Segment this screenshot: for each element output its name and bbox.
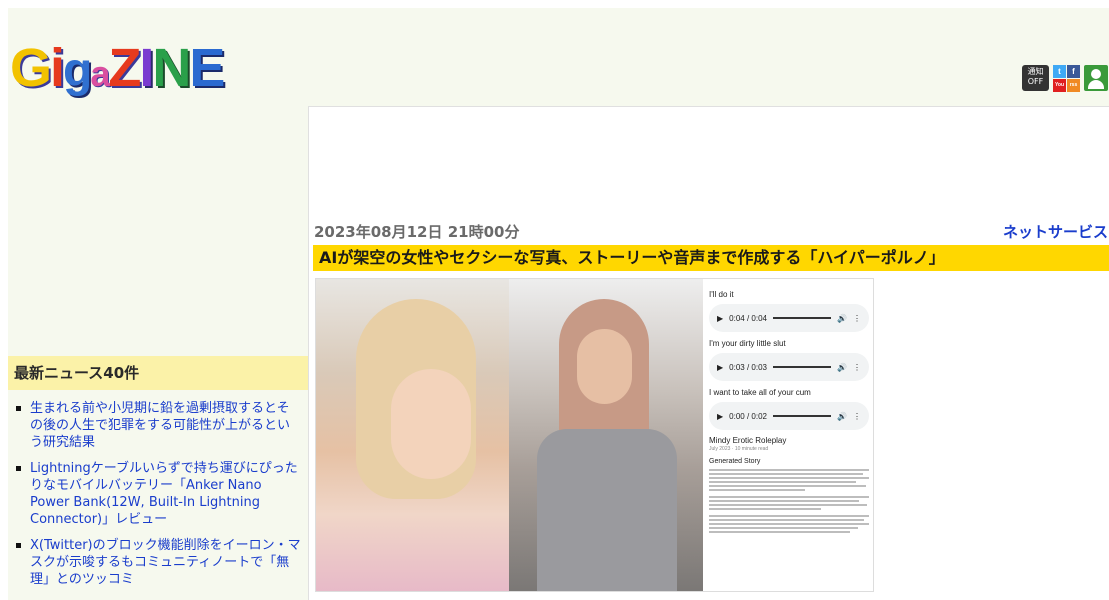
audio-track: [772, 415, 832, 417]
header-icon-bar: 通知 OFF t f You rss: [1022, 65, 1108, 92]
news-link[interactable]: X(Twitter)のブロック機能削除をイーロン・マスクが示唆するもコミュニティ…: [16, 537, 301, 588]
youtube-icon[interactable]: You: [1053, 79, 1066, 92]
notify-toggle-icon[interactable]: 通知 OFF: [1022, 65, 1049, 91]
latest-news-list: 生まれる前や小児期に鉛を過剰摂取するとその後の人生で犯罪をする可能性が上がるとい…: [16, 400, 301, 597]
latest-news-heading: 最新ニュース40件: [8, 356, 308, 390]
story-title: Mindy Erotic Roleplay: [709, 436, 787, 445]
volume-icon: 🔊: [837, 411, 847, 421]
more-icon: ⋮: [853, 411, 861, 421]
generated-content-panel: I'll do it ▶ 0:04 / 0:04 🔊 ⋮ I'm your di…: [703, 279, 873, 591]
audio-label: I want to take all of your cum: [709, 388, 811, 397]
gigazine-logo[interactable]: GigaZINE: [10, 36, 225, 100]
logo-letter: a: [90, 53, 110, 94]
article-date: 2023年08月12日 21時00分: [314, 223, 520, 241]
logo-letter: N: [152, 38, 191, 98]
volume-icon: 🔊: [837, 362, 847, 372]
audio-label: I'm your dirty little slut: [709, 339, 786, 348]
article-category-link[interactable]: ネットサービス: [1003, 221, 1108, 242]
audio-player: ▶ 0:04 / 0:04 🔊 ⋮: [709, 304, 869, 332]
audio-time: 0:03 / 0:03: [729, 362, 767, 372]
volume-icon: 🔊: [837, 313, 847, 323]
notify-state: OFF: [1027, 77, 1044, 86]
story-heading: Generated Story: [709, 458, 761, 465]
article-image: I'll do it ▶ 0:04 / 0:04 🔊 ⋮ I'm your di…: [315, 278, 874, 592]
logo-letter: i: [50, 38, 65, 98]
notify-label: 通知: [1027, 67, 1044, 76]
article-area: 2023年08月12日 21時00分 ネットサービス AIが架空の女性やセクシー…: [308, 106, 1109, 600]
social-icons: t f You rss: [1053, 65, 1080, 92]
play-icon: ▶: [717, 313, 724, 323]
user-icon[interactable]: [1084, 65, 1108, 91]
audio-player: ▶ 0:00 / 0:02 🔊 ⋮: [709, 402, 869, 430]
news-link[interactable]: Lightningケーブルいらずで持ち運びにぴったりなモバイルバッテリー「Ank…: [16, 460, 301, 528]
news-link[interactable]: 生まれる前や小児期に鉛を過剰摂取するとその後の人生で犯罪をする可能性が上がるとい…: [16, 400, 301, 451]
logo-letter: g: [63, 44, 92, 97]
audio-player: ▶ 0:03 / 0:03 🔊 ⋮: [709, 353, 869, 381]
audio-track: [772, 366, 832, 368]
generated-woman-photo-2: [509, 279, 703, 591]
article-title: AIが架空の女性やセクシーな写真、ストーリーや音声まで作成する「ハイパーポルノ」: [313, 245, 1109, 271]
more-icon: ⋮: [853, 313, 861, 323]
logo-letter: E: [189, 38, 225, 98]
story-text-lines: [709, 469, 869, 533]
audio-track: [772, 317, 832, 319]
logo-letter: G: [10, 38, 52, 98]
facebook-icon[interactable]: f: [1067, 65, 1080, 78]
play-icon: ▶: [717, 362, 724, 372]
audio-time: 0:00 / 0:02: [729, 411, 767, 421]
logo-letter: I: [139, 38, 154, 98]
page-background: GigaZINE 通知 OFF t f You rss 最新ニュース40件 生ま…: [8, 8, 1109, 600]
twitter-icon[interactable]: t: [1053, 65, 1066, 78]
audio-label: I'll do it: [709, 290, 734, 299]
rss-icon[interactable]: rss: [1067, 79, 1080, 92]
more-icon: ⋮: [853, 362, 861, 372]
play-icon: ▶: [717, 411, 724, 421]
story-date: July 2023 · 10 minute read: [709, 446, 769, 452]
generated-woman-photo-1: [316, 279, 509, 591]
audio-time: 0:04 / 0:04: [729, 313, 767, 323]
logo-letter: Z: [108, 38, 141, 98]
